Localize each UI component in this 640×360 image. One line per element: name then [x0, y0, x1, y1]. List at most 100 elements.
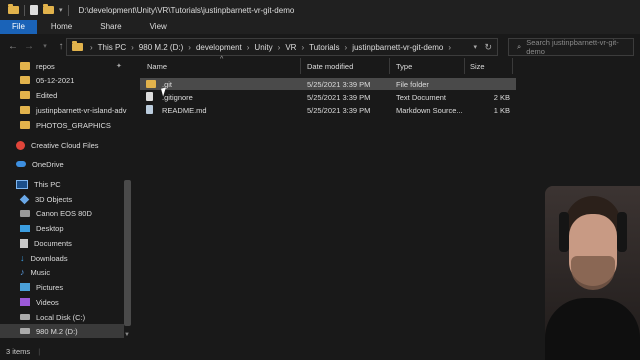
sidebar-item-repos[interactable]: repos	[20, 59, 55, 73]
table-row[interactable]: .gitignore 5/25/2021 3:39 PM Text Docume…	[140, 91, 516, 103]
sidebar-item-label: OneDrive	[32, 159, 64, 169]
search-icon: ⌕	[517, 42, 522, 51]
divider[interactable]	[512, 58, 513, 74]
sidebar-item-onedrive[interactable]: OneDrive	[16, 157, 64, 171]
sidebar-item-edited[interactable]: Edited	[20, 88, 57, 102]
breadcrumb-development[interactable]: development	[194, 43, 244, 52]
chevron-right-icon[interactable]: ›	[185, 43, 194, 52]
tab-view[interactable]: View	[136, 20, 181, 34]
table-row[interactable]: README.md 5/25/2021 3:39 PM Markdown Sou…	[140, 104, 516, 116]
back-arrow-icon[interactable]: ←	[6, 41, 20, 52]
search-input[interactable]: ⌕ Search justinpbarnett-vr-git-demo	[508, 38, 634, 56]
pin-icon[interactable]: ✦	[116, 62, 122, 70]
desktop-icon	[20, 224, 30, 232]
tab-share[interactable]: Share	[86, 20, 135, 34]
properties-icon[interactable]	[30, 5, 38, 15]
ribbon-tabs: File Home Share View	[0, 20, 640, 34]
file-date: 5/25/2021 3:39 PM	[307, 80, 371, 89]
sidebar-item-creative-cloud[interactable]: Creative Cloud Files	[16, 138, 99, 152]
sidebar-item-downloads[interactable]: ↓ Downloads	[20, 251, 68, 265]
sidebar-item-pictures[interactable]: Pictures	[20, 280, 63, 294]
column-headers: ^ Name Date modified Type Size	[136, 56, 514, 76]
sidebar-item-05-12-2021[interactable]: 05-12-2021	[20, 73, 74, 87]
breadcrumb-drive-d[interactable]: 980 M.2 (D:)	[137, 43, 185, 52]
refresh-icon[interactable]: ↻	[484, 42, 492, 53]
address-bar[interactable]: › This PC › 980 M.2 (D:) › development ›…	[66, 38, 498, 56]
sidebar-item-music[interactable]: ♪ Music	[20, 265, 50, 279]
navigation-pane: repos ✦ 05-12-2021 Edited justinpbarnett…	[0, 58, 132, 342]
videos-icon	[20, 298, 30, 306]
text-file-icon	[146, 92, 153, 101]
chevron-right-icon[interactable]: ›	[445, 43, 454, 52]
file-date: 5/25/2021 3:39 PM	[307, 106, 371, 115]
sidebar-item-desktop[interactable]: Desktop	[20, 221, 64, 235]
sidebar-scrollbar[interactable]	[124, 180, 131, 326]
headphone-left	[559, 212, 569, 252]
sidebar-item-label: Desktop	[36, 223, 64, 233]
sidebar-item-label: Edited	[36, 90, 58, 100]
sidebar-item-label: 3D Objects	[35, 194, 73, 204]
folder-icon	[72, 41, 83, 51]
breadcrumb-vr[interactable]: VR	[283, 43, 298, 52]
pictures-icon	[20, 283, 30, 291]
table-row[interactable]: .git 5/25/2021 3:39 PM File folder	[140, 78, 516, 90]
customize-toolbar-icon[interactable]: ▾	[59, 6, 63, 14]
presenter-shirt	[545, 298, 640, 360]
sidebar-item-label: justinpbarnett-vr-island-adv	[36, 105, 127, 115]
3d-objects-icon	[19, 194, 30, 204]
column-size[interactable]: Size	[470, 62, 485, 71]
chevron-down-icon[interactable]: ▾	[473, 43, 477, 51]
divider[interactable]	[389, 58, 390, 74]
chevron-right-icon[interactable]: ›	[275, 43, 284, 52]
downloads-icon: ↓	[20, 253, 25, 263]
divider	[24, 4, 25, 16]
file-size: 1 KB	[493, 106, 510, 115]
folder-icon	[20, 62, 30, 70]
quick-access-toolbar: ▾	[0, 4, 69, 16]
divider[interactable]	[464, 58, 465, 74]
sidebar-item-photos-graphics[interactable]: PHOTOS_GRAPHICS	[20, 118, 111, 132]
breadcrumb-current-folder[interactable]: justinpbarnett-vr-git-demo	[350, 43, 445, 52]
recent-locations-icon[interactable]: ▾	[38, 42, 52, 50]
disk-icon	[20, 314, 30, 320]
file-type: File folder	[396, 80, 429, 89]
sidebar-item-980-m2-d[interactable]: 980 M.2 (D:)	[0, 324, 124, 338]
sidebar-item-canon-eos[interactable]: Canon EOS 80D	[20, 206, 92, 220]
breadcrumb-tutorials[interactable]: Tutorials	[307, 43, 341, 52]
documents-icon	[20, 238, 28, 248]
scroll-down-icon[interactable]: ▼	[124, 332, 130, 338]
sidebar-item-3d-objects[interactable]: 3D Objects	[19, 192, 73, 206]
tab-home[interactable]: Home	[37, 20, 86, 34]
sidebar-item-label: PHOTOS_GRAPHICS	[36, 120, 111, 130]
file-size: 2 KB	[493, 93, 510, 102]
sidebar-item-local-disk-c[interactable]: Local Disk (C:)	[20, 310, 85, 324]
window-title: D:\development\Unity\VR\Tutorials\justin…	[78, 5, 295, 15]
column-type[interactable]: Type	[396, 62, 412, 71]
sidebar-item-label: Videos	[36, 297, 59, 307]
divider[interactable]	[300, 58, 301, 74]
sidebar-item-label: Documents	[34, 238, 72, 248]
item-count: 3 items	[6, 346, 31, 356]
sidebar-item-label: Downloads	[30, 253, 68, 263]
sidebar-item-vr-island-adv[interactable]: justinpbarnett-vr-island-adv	[20, 103, 126, 117]
column-name[interactable]: Name	[147, 62, 167, 71]
sidebar-item-documents[interactable]: Documents	[20, 236, 72, 250]
column-date-modified[interactable]: Date modified	[307, 62, 353, 71]
headphone-right	[617, 212, 627, 252]
chevron-right-icon[interactable]: ›	[298, 43, 307, 52]
folder-icon	[146, 80, 156, 88]
onedrive-icon	[16, 161, 26, 167]
new-folder-icon[interactable]	[43, 4, 54, 14]
navigation-bar: ← → ▾ ↑ › This PC › 980 M.2 (D:) › devel…	[0, 34, 640, 58]
chevron-right-icon[interactable]: ›	[342, 43, 351, 52]
forward-arrow-icon[interactable]: →	[22, 41, 36, 52]
chevron-right-icon[interactable]: ›	[87, 43, 96, 52]
breadcrumb-this-pc[interactable]: This PC	[96, 43, 128, 52]
tab-file[interactable]: File	[0, 20, 37, 34]
sidebar-item-label: 05-12-2021	[36, 75, 75, 85]
chevron-right-icon[interactable]: ›	[128, 43, 137, 52]
chevron-right-icon[interactable]: ›	[244, 43, 253, 52]
sidebar-item-videos[interactable]: Videos	[20, 295, 59, 309]
breadcrumb-unity[interactable]: Unity	[252, 43, 274, 52]
sidebar-item-this-pc[interactable]: This PC	[16, 177, 61, 191]
